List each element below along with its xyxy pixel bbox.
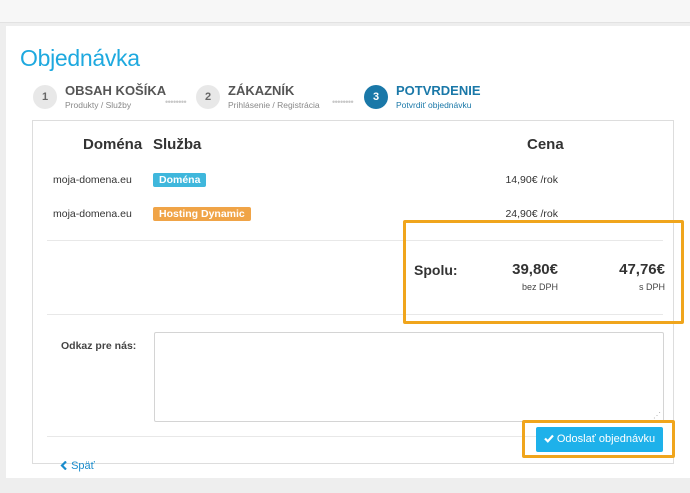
step-name: OBSAH KOŠÍKA xyxy=(65,83,167,98)
chevron-left-icon xyxy=(60,460,71,472)
step-subtitle: Potvrdiť objednávku xyxy=(396,100,472,110)
submit-label: Odoslať objednávku xyxy=(556,433,656,445)
totals-highlight xyxy=(403,220,684,324)
step-number: 2 xyxy=(196,85,220,109)
back-label: Späť xyxy=(71,460,95,472)
row-price: 14,90€ /rok xyxy=(505,174,558,186)
submit-order-button[interactable]: Odoslať objednávku xyxy=(536,427,663,452)
step-subtitle: Prihlásenie / Registrácia xyxy=(228,100,320,110)
row-domain: moja-domena.eu xyxy=(53,174,132,186)
check-icon xyxy=(544,433,557,445)
step-separator: •••••••• xyxy=(165,97,187,107)
step-number: 1 xyxy=(33,85,57,109)
resize-grip-icon[interactable]: ⋰ xyxy=(653,411,661,420)
order-page: Objednávka 1 OBSAH KOŠÍKA Produkty / Slu… xyxy=(6,26,690,478)
step-separator: •••••••• xyxy=(332,97,354,107)
row-domain: moja-domena.eu xyxy=(53,208,132,220)
column-header-domain: Doména xyxy=(83,136,143,153)
back-link[interactable]: Späť xyxy=(60,460,95,472)
page-title: Objednávka xyxy=(20,45,140,71)
step-subtitle: Produkty / Služby xyxy=(65,100,132,110)
service-badge: Doména xyxy=(153,173,207,187)
row-price: 24,90€ /rok xyxy=(505,208,558,220)
comment-label: Odkaz pre nás: xyxy=(61,340,137,352)
column-header-price: Cena xyxy=(527,136,564,153)
step-number: 3 xyxy=(364,85,388,109)
step-name: ZÁKAZNÍK xyxy=(228,83,295,98)
top-strip xyxy=(0,0,690,23)
service-badge: Hosting Dynamic xyxy=(153,207,251,221)
comment-textarea[interactable]: ⋰ xyxy=(154,332,664,422)
step-name: POTVRDENIE xyxy=(396,83,481,98)
column-header-service: Služba xyxy=(153,136,202,153)
